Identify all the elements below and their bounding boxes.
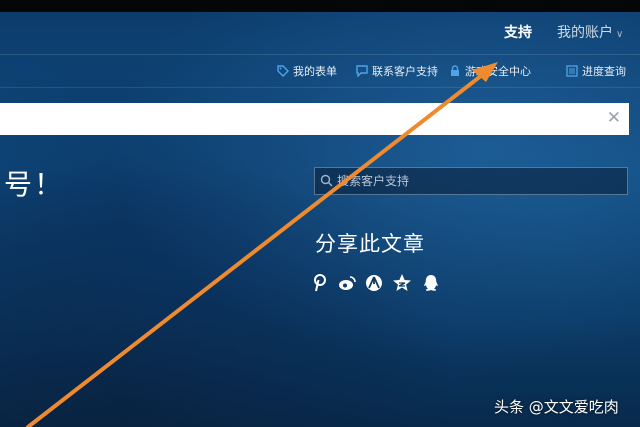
subnav-progress-query-label: 进度查询 xyxy=(582,65,626,78)
lock-icon xyxy=(451,65,459,76)
qzone-icon[interactable] xyxy=(392,273,412,293)
my-account-menu[interactable]: 我的账户 ∨ xyxy=(557,22,623,42)
chat-icon xyxy=(356,65,368,78)
main-nav: 支持 我的账户 ∨ xyxy=(0,12,640,55)
subnav-progress-query[interactable]: 进度查询 xyxy=(566,63,626,79)
sub-nav: 我的表单 联系客户支持 游戏安全中心 进度查询 xyxy=(0,55,640,88)
subnav-contact-support[interactable]: 联系客户支持 xyxy=(356,63,438,79)
search-icon xyxy=(320,174,333,187)
close-icon[interactable]: ✕ xyxy=(607,108,621,128)
subnav-game-security-label: 游戏安全中心 xyxy=(465,65,531,78)
chevron-down-icon: ∨ xyxy=(616,29,624,40)
page-headline: 号！ xyxy=(4,168,65,201)
browser-top-strip xyxy=(0,0,640,12)
subnav-contact-support-label: 联系客户支持 xyxy=(372,65,438,78)
support-search-box[interactable] xyxy=(314,167,628,195)
watermark-text: 头条 @文文爱吃肉 xyxy=(494,398,619,416)
main-search-bar[interactable]: ✕ xyxy=(0,103,629,135)
qq-icon[interactable] xyxy=(421,273,441,293)
weibo-icon[interactable] xyxy=(337,273,357,293)
share-article-title: 分享此文章 xyxy=(315,232,425,256)
subnav-game-security[interactable]: 游戏安全中心 xyxy=(449,63,531,79)
pinterest-icon[interactable] xyxy=(310,273,330,293)
tag-icon xyxy=(277,65,289,77)
subnav-my-forms[interactable]: 我的表单 xyxy=(277,63,337,79)
support-link[interactable]: 支持 xyxy=(504,22,532,42)
list-icon xyxy=(566,65,578,77)
support-search-input[interactable] xyxy=(337,168,617,194)
my-account-label: 我的账户 xyxy=(557,25,613,41)
tencent-icon[interactable] xyxy=(364,273,384,293)
subnav-my-forms-label: 我的表单 xyxy=(293,65,337,78)
